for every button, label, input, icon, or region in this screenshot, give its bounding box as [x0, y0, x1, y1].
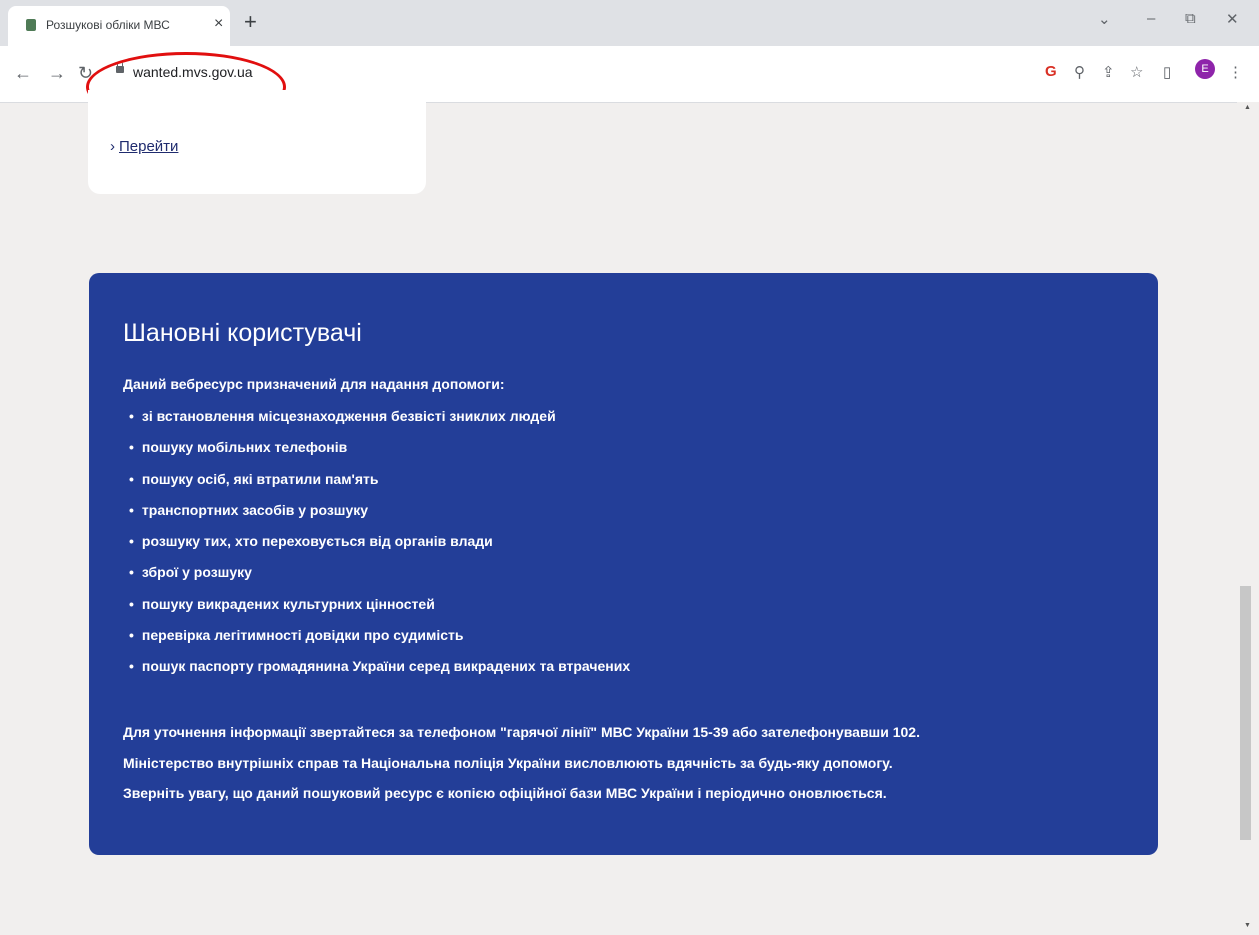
list-item: зі встановлення місцезнаходження безвіст…: [123, 407, 630, 438]
scroll-down-icon[interactable]: ▼: [1244, 922, 1251, 929]
minimize-button[interactable]: –: [1147, 10, 1155, 27]
notice-footer: Для уточнення інформації звертайтеся за …: [123, 723, 920, 815]
list-item: розшуку тих, хто переховується від орган…: [123, 532, 630, 563]
menu-icon[interactable]: ⋮: [1228, 63, 1243, 81]
share-icon[interactable]: ⇪: [1102, 63, 1115, 81]
hotline-text: Для уточнення інформації звертайтеся за …: [123, 724, 920, 740]
browser-tab[interactable]: Розшукові обліки МВС ×: [8, 6, 230, 46]
tab-title: Розшукові обліки МВС: [46, 18, 170, 32]
restore-button[interactable]: ⧉: [1185, 10, 1196, 27]
scroll-up-icon[interactable]: ▲: [1244, 104, 1251, 111]
google-icon[interactable]: G: [1045, 63, 1057, 80]
copy-notice-text: Зверніть увагу, що даний пошуковий ресур…: [123, 785, 887, 801]
close-window-button[interactable]: ✕: [1226, 10, 1239, 28]
notice-intro: Даний вебресурс призначений для надання …: [123, 376, 505, 392]
site-favicon-icon: [26, 19, 36, 31]
tab-close-icon[interactable]: ×: [214, 15, 223, 33]
users-notice-panel: Шановні користувачі Даний вебресурс приз…: [89, 273, 1158, 855]
forward-icon[interactable]: →: [48, 63, 66, 84]
services-list: зі встановлення місцезнаходження безвіст…: [123, 407, 630, 689]
list-item: перевірка легітимності довідки про судим…: [123, 626, 630, 657]
goto-link[interactable]: Перейти: [119, 138, 178, 155]
url-text[interactable]: wanted.mvs.gov.ua: [133, 64, 253, 80]
list-item: пошуку викрадених культурних цінностей: [123, 595, 630, 626]
gratitude-text: Міністерство внутрішніх справ та Націона…: [123, 754, 893, 771]
reload-icon[interactable]: ↻: [78, 63, 93, 84]
address-bar[interactable]: wanted.mvs.gov.ua: [98, 57, 1018, 89]
page-scrollbar[interactable]: ▲ ▼: [1237, 102, 1259, 935]
notice-title: Шановні користувачі: [123, 319, 362, 347]
goto-link-row: › Перейти: [110, 138, 178, 155]
list-item: пошук паспорту громадянина України серед…: [123, 657, 630, 688]
bookmark-star-icon[interactable]: ☆: [1130, 63, 1143, 81]
list-item: пошуку осіб, які втратили пам'ять: [123, 470, 630, 501]
list-item: пошуку мобільних телефонів: [123, 438, 630, 469]
side-panel-icon[interactable]: ▯: [1163, 63, 1171, 81]
back-icon[interactable]: ←: [14, 63, 32, 84]
list-item: транспортних засобів у розшуку: [123, 501, 630, 532]
browser-titlebar: Розшукові обліки МВС × + ⌄ – ⧉ ✕: [0, 0, 1259, 46]
profile-avatar[interactable]: E: [1195, 59, 1215, 79]
new-tab-button[interactable]: +: [244, 9, 257, 35]
lock-icon[interactable]: [116, 61, 124, 73]
tab-search-icon[interactable]: ⌄: [1098, 10, 1111, 28]
chevron-right-icon: ›: [110, 138, 115, 155]
list-item: зброї у розшуку: [123, 563, 630, 594]
translate-icon[interactable]: ⚲: [1074, 63, 1085, 81]
scrollbar-thumb[interactable]: [1240, 586, 1251, 840]
